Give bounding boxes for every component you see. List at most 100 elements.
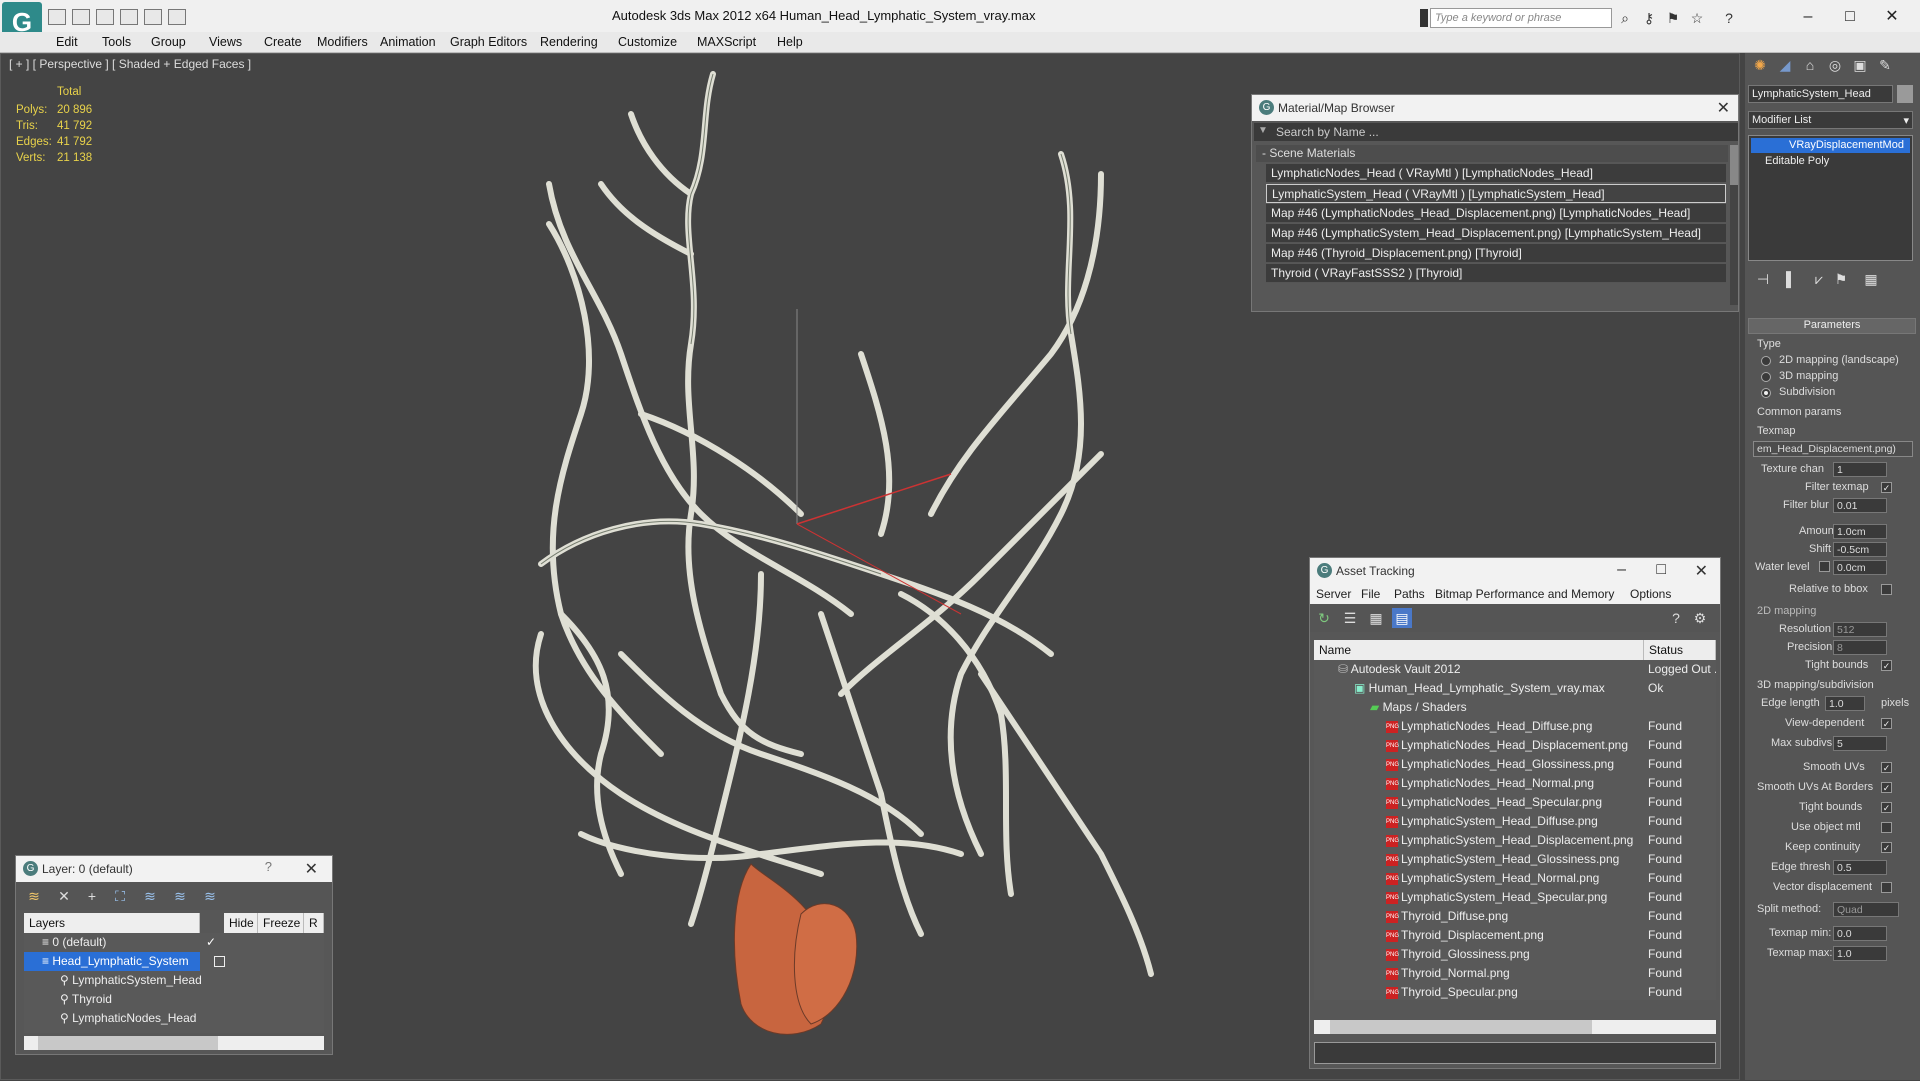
hide-all-icon[interactable]: ≋: [170, 886, 190, 906]
modifier-list-dropdown[interactable]: Modifier List ▾: [1748, 111, 1913, 129]
hierarchy-tab-icon[interactable]: ⌂: [1800, 55, 1820, 75]
radio-2d-mapping[interactable]: [1761, 356, 1771, 366]
column-header-status[interactable]: Status: [1644, 640, 1716, 660]
menu-edit[interactable]: Edit: [56, 35, 78, 49]
utilities-tab-icon[interactable]: ✎: [1875, 55, 1895, 75]
split-method-dropdown[interactable]: Quad: [1833, 902, 1899, 917]
material-item[interactable]: LymphaticNodes_Head ( VRayMtl ) [Lymphat…: [1266, 164, 1726, 183]
freeze-column-header[interactable]: Freeze: [258, 913, 304, 933]
menu-tools[interactable]: Tools: [102, 35, 131, 49]
settings-icon[interactable]: ⚙: [1690, 608, 1710, 628]
object-row[interactable]: ⚲ Thyroid: [24, 990, 324, 1009]
filter-texmap-checkbox[interactable]: ✓: [1881, 482, 1892, 493]
texture-chan-spinner[interactable]: 1: [1833, 462, 1887, 477]
precision-spinner[interactable]: 8: [1833, 640, 1887, 655]
thumbnail-view-icon[interactable]: ▦: [1366, 608, 1386, 628]
asset-row[interactable]: PNG LymphaticSystem_Head_Glossiness.png Fo…: [1314, 850, 1716, 869]
filter-blur-spinner[interactable]: 0.01: [1833, 498, 1887, 513]
smooth-uvs-borders-checkbox[interactable]: ✓: [1881, 782, 1892, 793]
asset-row[interactable]: PNG LymphaticNodes_Head_Glossiness.png Fou…: [1314, 755, 1716, 774]
favorites-star-icon[interactable]: ☆: [1688, 9, 1706, 27]
scene-materials-group[interactable]: - Scene Materials: [1256, 145, 1728, 162]
hide-column-header[interactable]: Hide: [224, 913, 258, 933]
configure-sets-icon[interactable]: ▦: [1861, 269, 1881, 289]
smooth-uvs-checkbox[interactable]: ✓: [1881, 762, 1892, 773]
communication-center-icon[interactable]: ⚑: [1664, 9, 1682, 27]
table-view-icon[interactable]: ▤: [1392, 608, 1412, 628]
material-item[interactable]: Thyroid ( VRayFastSSS2 ) [Thyroid]: [1266, 264, 1726, 283]
list-view-icon[interactable]: ☰: [1340, 608, 1360, 628]
menu-help[interactable]: Help: [777, 35, 803, 49]
open-file-icon[interactable]: [48, 9, 66, 25]
search-input[interactable]: Type a keyword or phrase: [1430, 8, 1612, 28]
water-level-spinner[interactable]: 0.0cm: [1833, 560, 1887, 575]
freeze-all-icon[interactable]: ≋: [200, 886, 220, 906]
key-icon[interactable]: ⚷: [1640, 9, 1658, 27]
stack-item-selected[interactable]: VRayDisplacementMod: [1751, 138, 1910, 153]
relative-bbox-checkbox[interactable]: [1881, 584, 1892, 595]
keep-continuity-checkbox[interactable]: ✓: [1881, 842, 1892, 853]
tight-bounds-2d-checkbox[interactable]: ✓: [1881, 660, 1892, 671]
pin-stack-icon[interactable]: ⊣: [1753, 269, 1773, 289]
material-item[interactable]: Map #46 (Thyroid_Displacement.png) [Thyr…: [1266, 244, 1726, 263]
max-subdivs-spinner[interactable]: 5: [1833, 736, 1887, 751]
object-color-swatch[interactable]: [1897, 85, 1913, 103]
menu-options[interactable]: Options: [1630, 587, 1671, 601]
modify-tab-icon[interactable]: ◢: [1775, 55, 1795, 75]
material-search-input[interactable]: Search by Name ...: [1276, 125, 1379, 139]
view-dependent-checkbox[interactable]: ✓: [1881, 718, 1892, 729]
remove-modifier-icon[interactable]: ⚑: [1831, 269, 1851, 289]
asset-row[interactable]: PNG LymphaticSystem_Head_Diffuse.png Found: [1314, 812, 1716, 831]
texmap-max-spinner[interactable]: 1.0: [1833, 946, 1887, 961]
use-object-mtl-checkbox[interactable]: [1881, 822, 1892, 833]
close-icon[interactable]: ✕: [1717, 98, 1730, 118]
layer-row[interactable]: ≡ 0 (default) ✓: [24, 933, 324, 952]
radio-subdivision[interactable]: [1761, 388, 1771, 398]
texmap-button[interactable]: em_Head_Displacement.png): [1753, 441, 1913, 457]
material-item[interactable]: Map #46 (LymphaticSystem_Head_Displaceme…: [1266, 224, 1726, 243]
resolution-spinner[interactable]: 512: [1833, 622, 1887, 637]
display-tab-icon[interactable]: ▣: [1850, 55, 1870, 75]
water-level-checkbox[interactable]: [1819, 561, 1830, 572]
menu-graph-editors[interactable]: Graph Editors: [450, 35, 527, 49]
select-objects-icon[interactable]: ⛶: [110, 886, 130, 906]
menu-file[interactable]: File: [1361, 587, 1380, 601]
motion-tab-icon[interactable]: ◎: [1825, 55, 1845, 75]
material-browser-titlebar[interactable]: G Material/Map Browser ✕: [1252, 95, 1738, 121]
menu-animation[interactable]: Animation: [380, 35, 436, 49]
asset-path-field[interactable]: [1314, 1042, 1716, 1064]
show-end-result-icon[interactable]: ▌: [1781, 269, 1801, 289]
asset-row[interactable]: PNG LymphaticSystem_Head_Displacement.png…: [1314, 831, 1716, 850]
asset-row[interactable]: PNG Thyroid_Normal.png Found: [1314, 964, 1716, 983]
menu-create[interactable]: Create: [264, 35, 302, 49]
project-folder-icon[interactable]: [144, 9, 162, 25]
column-header-name[interactable]: Name: [1314, 640, 1644, 660]
layers-column-header[interactable]: Layers: [24, 913, 200, 933]
asset-row[interactable]: ▣ Human_Head_Lymphatic_System_vray.max Ok: [1314, 679, 1716, 698]
help-icon[interactable]: ?: [265, 859, 272, 874]
delete-layer-icon[interactable]: ✕: [54, 886, 74, 906]
tight-bounds-3d-checkbox[interactable]: ✓: [1881, 802, 1892, 813]
new-layer-icon[interactable]: ≋: [24, 886, 44, 906]
menu-server[interactable]: Server: [1316, 587, 1351, 601]
undo-icon[interactable]: [96, 9, 114, 25]
material-scrollbar[interactable]: [1730, 145, 1738, 305]
render-column-header[interactable]: R: [304, 913, 324, 933]
menu-modifiers[interactable]: Modifiers: [317, 35, 368, 49]
edge-length-spinner[interactable]: 1.0: [1825, 696, 1865, 711]
asset-row[interactable]: PNG Thyroid_Diffuse.png Found: [1314, 907, 1716, 926]
asset-row[interactable]: PNG LymphaticNodes_Head_Specular.png Found: [1314, 793, 1716, 812]
vector-displacement-checkbox[interactable]: [1881, 882, 1892, 893]
set-current-layer-icon[interactable]: [214, 956, 225, 967]
layer-row-selected[interactable]: ≡ Head_Lymphatic_System: [24, 952, 200, 971]
create-tab-icon[interactable]: ✺: [1750, 55, 1770, 75]
refresh-icon[interactable]: ↻: [1314, 608, 1334, 628]
options-dropdown-icon[interactable]: ▼: [1258, 125, 1268, 136]
asset-tracking-titlebar[interactable]: G Asset Tracking – □ ✕: [1310, 558, 1720, 584]
maximize-icon[interactable]: □: [1656, 561, 1666, 579]
layer-manager-titlebar[interactable]: G Layer: 0 (default) ? ✕: [16, 856, 332, 882]
asset-row[interactable]: ▰ Maps / Shaders: [1314, 698, 1716, 717]
edge-thresh-spinner[interactable]: 0.5: [1833, 860, 1887, 875]
minimize-icon[interactable]: –: [1617, 561, 1626, 579]
menu-maxscript[interactable]: MAXScript: [697, 35, 756, 49]
